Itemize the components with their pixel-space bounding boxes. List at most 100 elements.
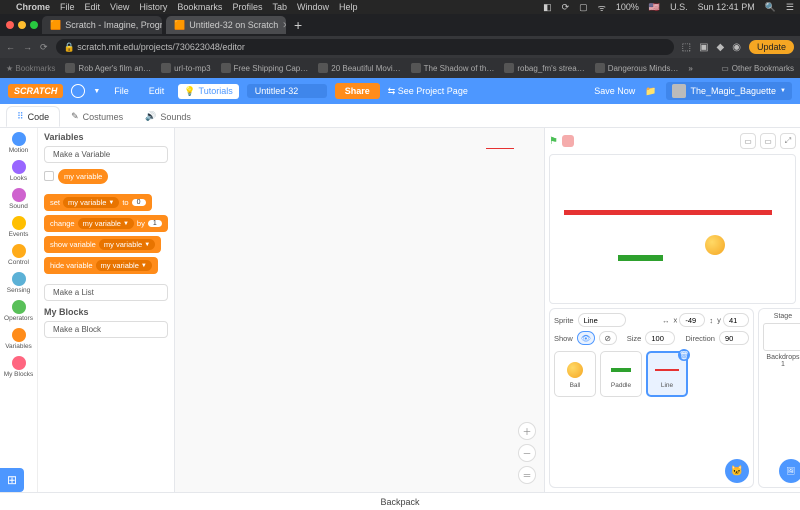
forward-button[interactable]: →: [23, 42, 32, 52]
category-control[interactable]: Control: [0, 244, 37, 266]
set-variable-block[interactable]: set my variable▼ to 0: [44, 194, 152, 211]
code-canvas[interactable]: ＋ － ＝: [175, 128, 545, 492]
green-flag-button[interactable]: ⚑: [549, 136, 558, 147]
show-variable-block[interactable]: show variable my variable▼: [44, 236, 161, 253]
backpack-bar[interactable]: Backpack: [0, 492, 800, 510]
variable-monitor-checkbox[interactable]: [44, 171, 54, 181]
sprite-thumbnail-paddle[interactable]: Paddle: [600, 351, 642, 397]
bookmark-item[interactable]: The Shadow of th…: [411, 63, 495, 73]
zoom-in-button[interactable]: ＋: [518, 422, 536, 440]
bookmark-item[interactable]: robag_fm's strea…: [504, 63, 584, 73]
close-icon[interactable]: ✕: [282, 20, 286, 31]
input-flag[interactable]: 🇺🇸: [649, 2, 660, 13]
chevron-down-icon[interactable]: ▼: [93, 88, 100, 95]
sprite-name-input[interactable]: [578, 313, 626, 327]
tab-costumes[interactable]: ✎Costumes: [60, 106, 134, 127]
stage[interactable]: [549, 154, 796, 304]
reload-button[interactable]: ⟳: [40, 42, 48, 53]
category-variables[interactable]: Variables: [0, 328, 37, 350]
category-events[interactable]: Events: [0, 216, 37, 238]
stage-thumbnail[interactable]: [763, 323, 800, 351]
category-myblocks[interactable]: My Blocks: [0, 356, 37, 378]
menu-item[interactable]: Window: [297, 2, 329, 12]
sprite-thumbnail-line[interactable]: 🗑 Line: [646, 351, 688, 397]
project-title-input[interactable]: Untitled-32: [247, 84, 327, 98]
bookmark-item[interactable]: Dangerous Minds…: [595, 63, 679, 73]
menu-item[interactable]: Help: [339, 2, 358, 12]
fullscreen-button[interactable]: ⤢: [780, 133, 796, 149]
category-operators[interactable]: Operators: [0, 300, 37, 322]
menu-item[interactable]: View: [110, 2, 129, 12]
url-input[interactable]: 🔒 scratch.mit.edu/projects/730623048/edi…: [56, 39, 674, 55]
user-menu[interactable]: The_Magic_Baguette ▼: [666, 82, 792, 100]
shapes-icon[interactable]: ◧: [543, 2, 552, 13]
category-sensing[interactable]: Sensing: [0, 272, 37, 294]
file-menu[interactable]: File: [108, 84, 135, 98]
make-variable-button[interactable]: Make a Variable: [44, 146, 168, 163]
folder-icon[interactable]: 📁: [645, 86, 656, 97]
close-icon[interactable]: [6, 21, 14, 29]
sprite-direction-input[interactable]: [719, 331, 749, 345]
category-motion[interactable]: Motion: [0, 132, 37, 154]
browser-tab[interactable]: 🟧 Untitled-32 on Scratch ✕: [166, 16, 286, 34]
menu-item[interactable]: Edit: [85, 2, 101, 12]
zoom-reset-button[interactable]: ＝: [518, 466, 536, 484]
sprite-x-input[interactable]: [679, 313, 705, 327]
extension-icon[interactable]: ▣: [699, 42, 708, 53]
wifi-icon[interactable]: ᯤ: [598, 1, 606, 14]
category-looks[interactable]: Looks: [0, 160, 37, 182]
scratch-logo[interactable]: SCRATCH: [8, 84, 63, 98]
bookmark-item[interactable]: 20 Beautiful Movi…: [318, 63, 400, 73]
search-icon[interactable]: 🔍: [765, 2, 776, 13]
app-menu[interactable]: Chrome: [16, 2, 50, 12]
show-visible-button[interactable]: 👁: [577, 331, 595, 345]
input-locale[interactable]: U.S.: [670, 2, 688, 12]
small-stage-button[interactable]: ▭: [740, 133, 756, 149]
large-stage-button[interactable]: ▭: [760, 133, 776, 149]
zoom-out-button[interactable]: －: [518, 444, 536, 462]
stop-button[interactable]: [562, 135, 574, 147]
see-project-button[interactable]: ⇆ See Project Page: [388, 86, 468, 97]
share-button[interactable]: Share: [335, 83, 380, 99]
make-block-button[interactable]: Make a Block: [44, 321, 168, 338]
sprite-line[interactable]: [564, 210, 772, 215]
change-variable-block[interactable]: change my variable▼ by 1: [44, 215, 168, 232]
extension-icon[interactable]: ◉: [732, 42, 741, 53]
show-hidden-button[interactable]: ⊘: [599, 331, 617, 345]
menu-icon[interactable]: ☰: [786, 2, 794, 13]
sprite-y-input[interactable]: [723, 313, 749, 327]
sprite-thumbnail-ball[interactable]: Ball: [554, 351, 596, 397]
browser-tab[interactable]: 🟧 Scratch - Imagine, Program, S ✕: [42, 16, 162, 34]
minimize-icon[interactable]: [18, 21, 26, 29]
tab-sounds[interactable]: 🔊Sounds: [134, 106, 202, 127]
globe-icon[interactable]: [71, 84, 85, 98]
save-now-button[interactable]: Save Now: [594, 86, 635, 96]
add-backdrop-button[interactable]: 🖼: [779, 459, 800, 483]
battery-status[interactable]: 100%: [616, 2, 639, 12]
update-button[interactable]: Update: [749, 40, 794, 54]
menu-item[interactable]: History: [139, 2, 167, 12]
sprite-size-input[interactable]: [645, 331, 675, 345]
tab-code[interactable]: ⠿Code: [6, 106, 60, 127]
make-list-button[interactable]: Make a List: [44, 284, 168, 301]
delete-sprite-button[interactable]: 🗑: [678, 349, 690, 361]
tutorials-button[interactable]: 💡Tutorials: [178, 84, 238, 99]
edit-menu[interactable]: Edit: [143, 84, 171, 98]
menu-item[interactable]: File: [60, 2, 75, 12]
sprite-paddle[interactable]: [618, 255, 663, 261]
hide-variable-block[interactable]: hide variable my variable▼: [44, 257, 158, 274]
bookmark-item[interactable]: url-to-mp3: [161, 63, 210, 73]
menu-item[interactable]: Bookmarks: [177, 2, 222, 12]
zoom-icon[interactable]: [30, 21, 38, 29]
variable-reporter-block[interactable]: my variable: [58, 169, 108, 184]
menu-item[interactable]: Tab: [272, 2, 287, 12]
add-sprite-button[interactable]: 🐱: [725, 459, 749, 483]
bookmarks-overflow-button[interactable]: »: [688, 64, 692, 73]
display-icon[interactable]: ▢: [579, 2, 588, 13]
extension-icon[interactable]: ⬚: [682, 42, 691, 53]
extension-icon[interactable]: ◆: [717, 42, 725, 53]
bookmark-item[interactable]: Free Shipping Cap…: [221, 63, 309, 73]
new-tab-button[interactable]: +: [290, 17, 306, 33]
add-extension-button[interactable]: ⊞: [0, 468, 24, 492]
sprite-ball[interactable]: [705, 235, 725, 255]
